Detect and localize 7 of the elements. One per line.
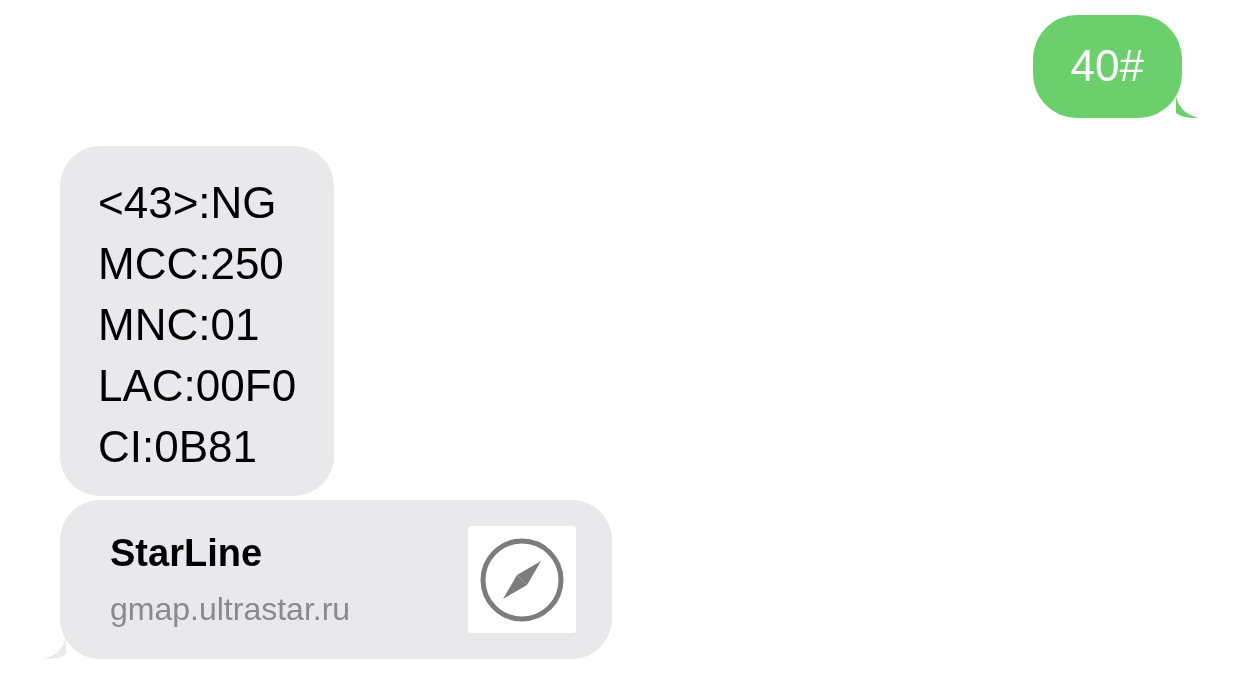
message-text: 40#	[1070, 40, 1144, 92]
compass-icon	[479, 536, 565, 623]
message-text: <43>:NG MCC:250 MNC:01 LAC:00F0 CI:0B81	[98, 177, 297, 473]
bubble-tail	[1176, 96, 1198, 118]
link-title: StarLine	[110, 530, 264, 576]
link-url: gmap.ultrastar.ru	[110, 589, 351, 629]
link-preview[interactable]: StarLine gmap.ultrastar.ru	[60, 500, 612, 659]
